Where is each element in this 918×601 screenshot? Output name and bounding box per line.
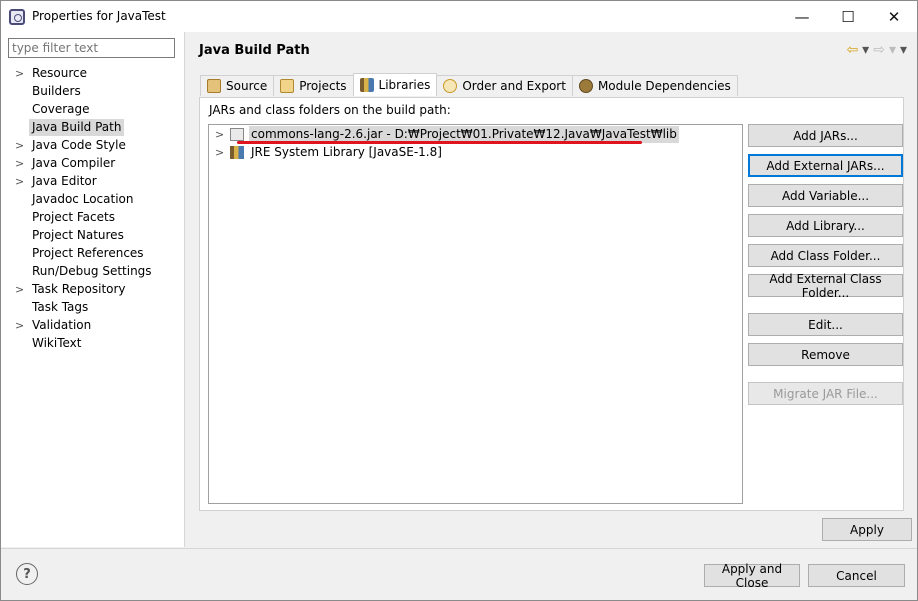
tree-item-validation[interactable]: > Validation — [15, 317, 180, 335]
window-title: Properties for JavaTest — [32, 9, 166, 23]
help-icon[interactable]: ? — [16, 563, 38, 585]
chevron-right-icon[interactable]: > — [15, 65, 25, 82]
list-item-label: JRE System Library [JavaSE-1.8] — [251, 145, 442, 159]
tab-source[interactable]: Source — [200, 75, 275, 96]
apply-and-close-button[interactable]: Apply and Close — [704, 562, 800, 590]
library-icon — [230, 146, 244, 159]
migrate-jar-button[interactable]: Migrate JAR File... — [748, 382, 903, 405]
build-path-tabs: Source Projects Libraries Order and Expo… — [200, 73, 738, 97]
libraries-subheading: JARs and class folders on the build path… — [209, 103, 451, 117]
tree-item-label: Run/Debug Settings — [32, 264, 152, 278]
chevron-right-icon[interactable]: > — [15, 137, 25, 154]
add-variable-button[interactable]: Add Variable... — [748, 184, 903, 207]
tree-item-javadoc-location[interactable]: Javadoc Location — [15, 191, 180, 209]
tab-label: Projects — [299, 79, 347, 93]
chevron-right-icon[interactable]: > — [15, 281, 25, 298]
tree-item-project-natures[interactable]: Project Natures — [15, 227, 180, 245]
apply-button[interactable]: Apply — [822, 518, 912, 541]
remove-button[interactable]: Remove — [748, 343, 903, 366]
tree-item-label: Java Editor — [32, 174, 97, 188]
maximize-button[interactable]: ☐ — [825, 1, 871, 32]
chevron-right-icon[interactable]: > — [15, 173, 25, 190]
tree-item-task-tags[interactable]: Task Tags — [15, 299, 180, 317]
tree-item-label: Project Facets — [32, 210, 115, 224]
tree-item-run-debug-settings[interactable]: Run/Debug Settings — [15, 263, 180, 281]
tree-item-label: Coverage — [32, 102, 90, 116]
projects-icon — [280, 79, 295, 93]
tree-item-label: Java Build Path — [29, 119, 125, 136]
libraries-list[interactable]: > commons-lang-2.6.jar - D:₩Project₩01.P… — [208, 124, 743, 504]
tree-item-wikitext[interactable]: WikiText — [15, 335, 180, 353]
cancel-button[interactable]: Cancel — [808, 564, 905, 587]
chevron-right-icon[interactable]: > — [15, 317, 25, 334]
tree-item-java-build-path[interactable]: Java Build Path — [15, 119, 180, 137]
tree-item-label: Resource — [32, 66, 88, 80]
forward-arrow-icon[interactable]: ⇨ — [873, 42, 885, 58]
tab-label: Libraries — [378, 78, 431, 92]
properties-dialog: Properties for JavaTest — ☐ ✕ > Resource… — [0, 0, 918, 601]
tree-item-java-compiler[interactable]: > Java Compiler — [15, 155, 180, 173]
tree-item-label: Project Natures — [32, 228, 124, 242]
back-arrow-icon[interactable]: ⇦ — [846, 42, 858, 58]
add-class-folder-button[interactable]: Add Class Folder... — [748, 244, 903, 267]
tree-item-label: Javadoc Location — [32, 192, 134, 206]
filter-input[interactable] — [8, 38, 175, 58]
chevron-right-icon[interactable]: > — [215, 144, 224, 161]
source-folder-icon — [207, 79, 221, 93]
tab-projects[interactable]: Projects — [273, 75, 354, 96]
tree-item-project-facets[interactable]: Project Facets — [15, 209, 180, 227]
jar-icon — [230, 128, 244, 141]
chevron-right-icon[interactable]: > — [215, 126, 224, 143]
minimize-button[interactable]: — — [779, 1, 825, 32]
tab-module-dependencies[interactable]: Module Dependencies — [571, 75, 738, 96]
tree-item-label: Java Code Style — [32, 138, 126, 152]
tree-item-resource[interactable]: > Resource — [15, 65, 180, 83]
forward-menu-chevron-icon[interactable]: ▾ — [889, 42, 896, 58]
chevron-right-icon[interactable]: > — [15, 155, 25, 172]
tree-item-builders[interactable]: Builders — [15, 83, 180, 101]
tab-order-and-export[interactable]: Order and Export — [436, 75, 573, 96]
tree-item-label: Task Repository — [32, 282, 126, 296]
module-dependencies-icon — [578, 79, 593, 93]
tree-item-task-repository[interactable]: > Task Repository — [15, 281, 180, 299]
tree-item-label: Java Compiler — [32, 156, 116, 170]
tree-item-java-editor[interactable]: > Java Editor — [15, 173, 180, 191]
preference-sidebar: > Resource Builders Coverage Java Build … — [1, 32, 185, 547]
tree-item-label: Task Tags — [32, 300, 89, 314]
page-title: Java Build Path — [199, 43, 310, 58]
tree-item-label: Validation — [32, 318, 92, 332]
tree-item-coverage[interactable]: Coverage — [15, 101, 180, 119]
tree-item-label: WikiText — [32, 336, 82, 350]
order-export-icon — [443, 79, 458, 93]
add-jars-button[interactable]: Add JARs... — [748, 124, 903, 147]
eclipse-app-icon — [9, 9, 25, 25]
add-external-jars-button[interactable]: Add External JARs... — [748, 154, 903, 177]
dialog-footer: ? Apply and Close Cancel — [1, 548, 917, 600]
edit-button[interactable]: Edit... — [748, 313, 903, 336]
add-external-class-folder-button[interactable]: Add External Class Folder... — [748, 272, 903, 300]
tree-item-label: Builders — [32, 84, 81, 98]
libraries-panel: JARs and class folders on the build path… — [199, 97, 904, 511]
tree-item-java-code-style[interactable]: > Java Code Style — [15, 137, 180, 155]
tab-label: Module Dependencies — [597, 79, 731, 93]
tree-item-project-references[interactable]: Project References — [15, 245, 180, 263]
history-nav: ⇦ ▾ ⇨ ▾ ▾ — [846, 42, 907, 58]
add-library-button[interactable]: Add Library... — [748, 214, 903, 237]
view-menu-chevron-icon[interactable]: ▾ — [900, 42, 907, 58]
libraries-icon — [359, 78, 374, 92]
tab-label: Source — [226, 79, 268, 93]
tree-item-label: Project References — [32, 246, 144, 260]
close-button[interactable]: ✕ — [871, 1, 917, 32]
tab-label: Order and Export — [462, 79, 566, 93]
back-menu-chevron-icon[interactable]: ▾ — [862, 42, 869, 58]
main-panel: Java Build Path ⇦ ▾ ⇨ ▾ ▾ Source Project… — [186, 32, 917, 547]
tab-libraries[interactable]: Libraries — [352, 73, 438, 96]
title-bar: Properties for JavaTest — ☐ ✕ — [1, 1, 917, 32]
